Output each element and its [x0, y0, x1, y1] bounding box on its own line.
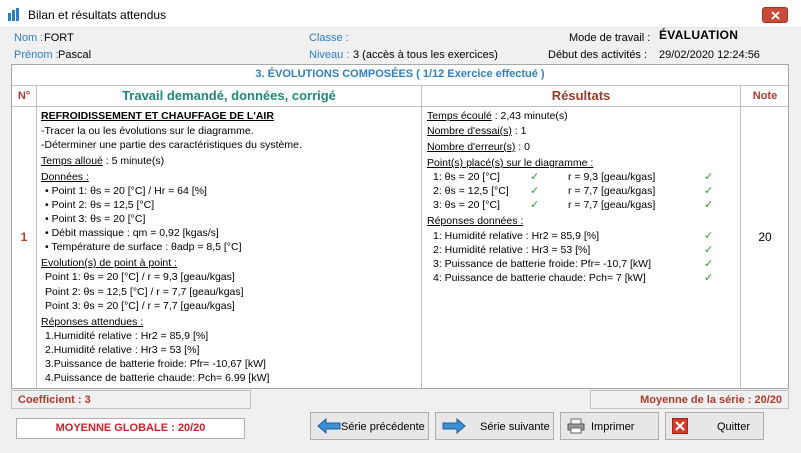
prenom-value: Pascal — [58, 49, 92, 61]
nombre-essais: Nombre d'essai(s) : 1 — [427, 125, 527, 137]
donnee-line: • Débit massique : qm = 0,92 [kgas/s] — [45, 227, 219, 239]
serie-precedente-button[interactable]: Série précédente — [310, 412, 429, 440]
moyenne-serie-box: Moyenne de la série : 20/20 — [590, 390, 789, 409]
niveau-label: Niveau : — [309, 49, 350, 61]
column-header-n: N° — [17, 90, 31, 102]
temps-ecoule: Temps écoulé : 2,43 minute(s) — [427, 110, 568, 122]
column-header-note: Note — [752, 90, 778, 102]
donnee-line: • Température de surface : θadp = 8,5 [°… — [45, 241, 242, 253]
title-bar: Bilan et résultats attendus — [0, 0, 801, 28]
row-number: 1 — [20, 230, 28, 244]
debut-value: 29/02/2020 12:24:56 — [659, 49, 760, 61]
reponse-attendue-line: 1.Humidité relative : Hr2 = 85,9 [%] — [45, 330, 209, 342]
evolution-label: Evolution(s) de point à point : — [41, 257, 177, 269]
consigne-line: -Tracer la ou les évolutions sur le diag… — [41, 125, 254, 137]
close-button[interactable] — [762, 7, 788, 23]
debut-label: Début des activités : — [548, 49, 648, 61]
arrow-right-icon — [442, 418, 466, 434]
section-title: 3. ÉVOLUTIONS COMPOSÉES ( 1/12 Exercice … — [255, 68, 545, 80]
arrow-left-icon — [317, 418, 341, 434]
point-line: 1: θs = 20 [°C] — [433, 171, 500, 183]
consigne-line: -Déterminer une partie des caractéristiq… — [41, 139, 302, 151]
prenom-label: Prénom : — [14, 49, 59, 61]
mode-value: ÉVALUATION — [659, 28, 739, 42]
temps-alloue: Temps alloué : 5 minute(s) — [41, 155, 165, 167]
points-places-label: Point(s) placé(s) sur le diagramme : — [427, 157, 594, 169]
check-icon: ✓ — [530, 199, 540, 211]
note-value: 20 — [758, 230, 772, 244]
donnee-line: • Point 3: θs = 20 [°C] — [45, 213, 146, 225]
point-line: 3: θs = 20 [°C] — [433, 199, 500, 211]
check-icon: ✓ — [704, 171, 714, 183]
niveau-value: 3 (accès à tous les exercices) — [353, 49, 498, 61]
check-icon: ✓ — [704, 258, 714, 270]
exercise-title: REFROIDISSEMENT ET CHAUFFAGE DE L'AIR — [41, 110, 274, 122]
check-icon: ✓ — [704, 199, 714, 211]
donnees-label: Données : — [41, 171, 89, 183]
reponse-donnee-line: 3: Puissance de batterie froide: Pfr= -1… — [433, 258, 651, 270]
quit-icon — [672, 418, 688, 434]
evolution-line: Point 2: θs = 12,5 [°C] / r = 7,7 [geau/… — [45, 286, 244, 298]
reponse-attendue-line: 3.Puissance de batterie froide: Pfr= -10… — [45, 358, 266, 370]
reponse-donnee-line: 1: Humidité relative : Hr2 = 85,9 [%] — [433, 230, 600, 242]
column-header-travail: Travail demandé, données, corrigé — [122, 88, 336, 103]
column-header-resultats: Résultats — [551, 88, 611, 103]
check-icon: ✓ — [530, 185, 540, 197]
point-r-line: r = 9,3 [geau/kgas] — [568, 171, 656, 183]
evolution-line: Point 3: θs = 20 [°C] / r = 7,7 [geau/kg… — [45, 300, 235, 312]
quitter-button[interactable]: Quitter — [665, 412, 764, 440]
donnee-line: • Point 2: θs = 12,5 [°C] — [45, 199, 155, 211]
point-line: 2: θs = 12,5 [°C] — [433, 185, 509, 197]
check-icon: ✓ — [704, 244, 714, 256]
results-panel: 3. ÉVOLUTIONS COMPOSÉES ( 1/12 Exercice … — [11, 64, 789, 389]
nom-label: Nom : — [14, 32, 44, 44]
serie-suivante-button[interactable]: Série suivante — [435, 412, 554, 440]
reponses-attendues-label: Réponses attendues : — [41, 316, 144, 328]
nombre-erreurs: Nombre d'erreur(s) : 0 — [427, 141, 530, 153]
reponse-attendue-line: 2.Humidité relative : Hr3 = 53 [%] — [45, 344, 200, 356]
moyenne-globale-box: MOYENNE GLOBALE : 20/20 — [16, 418, 245, 439]
mode-label: Mode de travail : — [569, 32, 651, 44]
classe-label: Classe : — [309, 32, 349, 44]
check-icon: ✓ — [704, 272, 714, 284]
point-r-line: r = 7,7 [geau/kgas] — [568, 199, 656, 211]
printer-icon — [567, 418, 585, 434]
point-r-line: r = 7,7 [geau/kgas] — [568, 185, 656, 197]
check-icon: ✓ — [530, 171, 540, 183]
nom-value: FORT — [44, 32, 74, 44]
reponse-attendue-line: 4.Puissance de batterie chaude: Pch= 6.9… — [45, 372, 270, 384]
check-icon: ✓ — [704, 185, 714, 197]
evolution-line: Point 1: θs = 20 [°C] / r = 9,3 [geau/kg… — [45, 271, 235, 283]
reponses-donnees-label: Réponses données : — [427, 215, 524, 227]
coefficient-box: Coefficient : 3 — [11, 390, 251, 409]
check-icon: ✓ — [704, 230, 714, 242]
imprimer-button[interactable]: Imprimer — [560, 412, 659, 440]
reponse-donnee-line: 4: Puissance de batterie chaude: Pch= 7 … — [433, 272, 646, 284]
reponse-donnee-line: 2: Humidité relative : Hr3 = 53 [%] — [433, 244, 591, 256]
app-chart-icon — [8, 8, 19, 21]
donnee-line: • Point 1: θs = 20 [°C] / Hr = 64 [%] — [45, 185, 207, 197]
window-title: Bilan et résultats attendus — [28, 8, 167, 22]
close-icon — [771, 11, 780, 20]
